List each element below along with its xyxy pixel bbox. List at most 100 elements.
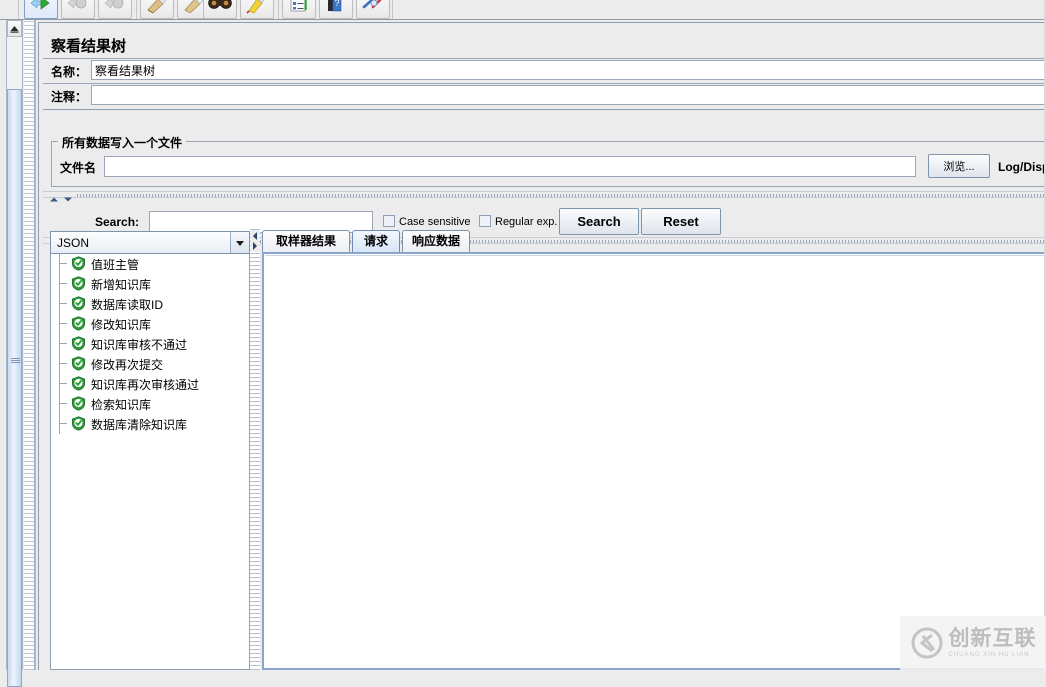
clear-button[interactable]	[140, 0, 174, 19]
panel-title-row: 察看结果树	[43, 31, 1046, 59]
checkbox-box[interactable]	[479, 215, 491, 227]
tree-connector-dash	[59, 423, 67, 424]
tab-label: 请求	[363, 234, 388, 248]
filename-input[interactable]	[104, 156, 916, 177]
browse-button[interactable]: 浏览...	[928, 154, 990, 178]
collapse-up-icon[interactable]	[49, 192, 59, 202]
scroll-up-button[interactable]	[7, 20, 22, 37]
watermark: 创新互联 CHUANG XIN HU LIAN	[900, 616, 1046, 670]
tree-connector-line	[59, 334, 60, 354]
tree-connector-line	[59, 314, 60, 334]
tree-connector-dash	[59, 403, 67, 404]
horizontal-splitter-top[interactable]	[43, 191, 1046, 202]
tab-label: 响应数据	[411, 234, 460, 248]
results-tree[interactable]: 值班主管新增知识库数据库读取ID 修改知识库知识库审核不通过 修改再次提交知识库再次…	[50, 254, 250, 670]
tree-item-label: 知识库再次审核通过	[91, 378, 200, 392]
tree-item-label: 数据库清除知识库	[91, 418, 188, 432]
tree-connector-dash	[59, 303, 67, 304]
divider	[43, 109, 1046, 110]
tree-connector-line	[59, 374, 60, 394]
name-field-row: 名称：	[43, 59, 1046, 83]
tree-item[interactable]: 修改再次提交	[51, 354, 249, 374]
svg-text:?: ?	[334, 0, 339, 8]
watermark-title: 创新互联	[948, 627, 1037, 650]
renderer-combobox[interactable]: JSON	[50, 231, 250, 254]
tree-item[interactable]: 新增知识库	[51, 274, 249, 294]
function-helper-button[interactable]	[282, 0, 316, 19]
toolbar-separator	[278, 0, 279, 19]
watermark-subtitle: CHUANG XIN HU LIAN	[948, 652, 1030, 658]
window-split-dots	[24, 20, 34, 670]
tree-connector-line	[59, 294, 60, 314]
green-shield-success-icon	[71, 336, 86, 351]
case-sensitive-label: Case sensitive	[399, 216, 471, 228]
checkbox-box[interactable]	[383, 215, 395, 227]
tab-response-data[interactable]: 响应数据	[402, 230, 470, 252]
tree-item[interactable]: 知识库审核不通过	[51, 334, 249, 354]
toggle-button[interactable]	[356, 0, 390, 19]
tab-label: 取样器结果	[275, 234, 336, 248]
vertical-splitter[interactable]	[250, 228, 260, 670]
comment-input[interactable]	[91, 85, 1046, 105]
shutdown-button[interactable]	[98, 0, 132, 19]
tree-item[interactable]: 修改知识库	[51, 314, 249, 334]
tree-item-label: 知识库审核不通过	[91, 338, 188, 352]
splitter-dots	[77, 194, 1046, 197]
tree-item-label: 新增知识库	[91, 278, 152, 292]
tree-item[interactable]: 知识库再次审核通过	[51, 374, 249, 394]
log-display-label: Log/Display	[998, 160, 1046, 174]
tree-connector-line	[59, 274, 60, 294]
page-title: 察看结果树	[51, 38, 127, 55]
tree-item[interactable]: 数据库读取ID	[51, 294, 249, 314]
tree-connector-line	[59, 354, 60, 374]
tree-item-label: 值班主管	[91, 258, 140, 272]
stop-button[interactable]	[61, 0, 95, 19]
result-content-panel[interactable]	[262, 252, 1046, 670]
toolbar: ?	[0, 0, 1046, 20]
tab-request[interactable]: 请求	[352, 230, 400, 252]
vertical-splitter-arrows[interactable]	[251, 230, 259, 252]
tree-connector-dash	[59, 383, 67, 384]
green-shield-success-icon	[71, 356, 86, 371]
green-shield-success-icon	[71, 296, 86, 311]
tree-connector-dash	[59, 363, 67, 364]
tree-connector-line	[59, 394, 60, 414]
regular-exp-label: Regular exp.	[495, 216, 558, 228]
comment-label: 注释：	[51, 90, 88, 104]
write-all-data-to-file-group: 所有数据写入一个文件 文件名 浏览... Log/Display	[51, 134, 1046, 187]
red-blue-tools-icon	[357, 0, 389, 18]
result-content-text[interactable]	[265, 255, 1046, 668]
tree-item[interactable]: 数据库清除知识库	[51, 414, 249, 434]
case-sensitive-checkbox[interactable]: Case sensitive	[383, 215, 471, 228]
tree-item[interactable]: 检索知识库	[51, 394, 249, 414]
list-lines-icon	[283, 0, 315, 18]
tree-connector-dash	[59, 283, 67, 284]
green-shield-success-icon	[71, 316, 86, 331]
tree-item-label: 修改知识库	[91, 318, 152, 332]
tree-connector-line	[59, 414, 60, 434]
collapse-down-icon[interactable]	[63, 192, 73, 202]
tab-sampler-result[interactable]: 取样器结果	[262, 230, 350, 252]
search-binoculars-button[interactable]	[203, 0, 237, 19]
reset-search-button[interactable]	[240, 0, 274, 19]
broom-clear-icon	[141, 0, 173, 18]
help-button[interactable]: ?	[319, 0, 353, 19]
regular-exp-checkbox[interactable]: Regular exp.	[479, 215, 557, 228]
search-label: Search:	[95, 215, 140, 229]
tree-connector-dash	[59, 343, 67, 344]
green-shield-success-icon	[71, 376, 86, 391]
tree-item-label: 检索知识库	[91, 398, 152, 412]
tree-item-label: 修改再次提交	[91, 358, 164, 372]
chevron-down-icon[interactable]	[230, 232, 249, 253]
tree-item[interactable]: 值班主管	[51, 254, 249, 274]
name-input[interactable]	[91, 60, 1046, 80]
green-shield-success-icon	[71, 276, 86, 291]
scrollbar-track[interactable]	[7, 37, 22, 687]
run-start-button[interactable]	[24, 0, 58, 19]
jmeter-view-results-tree-window: ? 察看结果树 名称： 察看结果树 注释： 所有数据写入一个文件 文件名 浏览.…	[0, 0, 1046, 687]
window-split-line	[34, 20, 36, 670]
window-vertical-scrollbar[interactable]	[6, 20, 23, 687]
result-tabs: 取样器结果 请求 响应数据	[262, 230, 1046, 252]
green-shield-success-icon	[71, 416, 86, 431]
scrollbar-thumb[interactable]	[7, 89, 22, 687]
